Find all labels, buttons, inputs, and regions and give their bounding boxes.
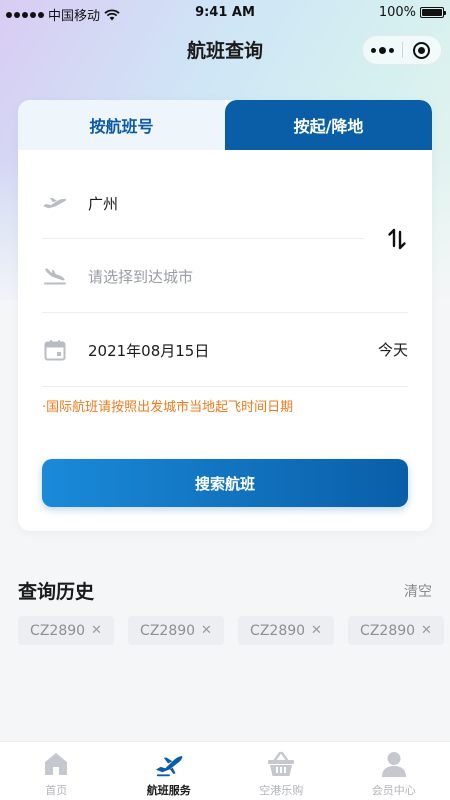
bottom-tab-bar: 首页 航班服务 空港乐购 会员中心 xyxy=(0,741,450,800)
history-list: CZ2890 ✕ CZ2890 ✕ CZ2890 ✕ CZ2890 ✕ xyxy=(18,616,444,645)
departure-city: 广州 xyxy=(88,194,119,213)
history-chip-label: CZ2890 xyxy=(140,622,196,639)
landing-icon xyxy=(42,265,68,287)
international-flight-notice: ·国际航班请按照出发城市当地起飞时间日期 xyxy=(42,400,294,415)
flight-search-card: 按航班号 按起/降地 广州 请选择到达城市 2021年08月15日 今天 ·国际… xyxy=(18,100,432,531)
basket-icon xyxy=(266,749,296,779)
date-tag-today: 今天 xyxy=(377,341,408,359)
divider xyxy=(42,238,364,239)
departure-city-row[interactable]: 广州 xyxy=(42,192,118,214)
status-right: 100% xyxy=(378,5,446,20)
remove-icon[interactable]: ✕ xyxy=(201,623,212,638)
close-target-icon xyxy=(413,41,431,59)
history-chip[interactable]: CZ2890 ✕ xyxy=(128,616,224,645)
search-mode-tabs: 按航班号 按起/降地 xyxy=(18,100,432,150)
tabbar-item-member-center[interactable]: 会员中心 xyxy=(338,742,450,800)
more-dot-icon xyxy=(370,47,376,53)
user-icon xyxy=(379,749,409,779)
search-flights-button[interactable]: 搜索航班 xyxy=(42,459,408,507)
calendar-icon xyxy=(42,339,68,361)
clear-history-button[interactable]: 清空 xyxy=(404,581,432,601)
remove-icon[interactable]: ✕ xyxy=(91,623,102,638)
history-chip[interactable]: CZ2890 ✕ xyxy=(238,616,334,645)
arrival-city-row[interactable]: 请选择到达城市 xyxy=(42,265,193,287)
history-chip-label: CZ2890 xyxy=(360,622,416,639)
tabbar-label: 首页 xyxy=(45,784,68,797)
divider xyxy=(42,312,408,313)
tabbar-item-home[interactable]: 首页 xyxy=(0,742,113,800)
tabbar-label: 空港乐购 xyxy=(259,784,304,797)
remove-icon[interactable]: ✕ xyxy=(421,623,432,638)
home-icon xyxy=(41,749,71,779)
close-button[interactable] xyxy=(402,41,441,59)
remove-icon[interactable]: ✕ xyxy=(311,623,322,638)
tabbar-item-airport-shop[interactable]: 空港乐购 xyxy=(225,742,338,800)
status-bar: 中国移动 9:41 AM 100% xyxy=(0,0,450,26)
tab-by-flight-number[interactable]: 按航班号 xyxy=(18,100,225,150)
more-dot-icon xyxy=(378,46,386,54)
history-chip[interactable]: CZ2890 ✕ xyxy=(18,616,114,645)
history-chip-label: CZ2890 xyxy=(250,622,306,639)
plane-icon xyxy=(154,749,184,779)
departure-date: 2021年08月15日 xyxy=(88,341,210,360)
more-dot-icon xyxy=(388,47,394,53)
divider xyxy=(42,386,408,387)
battery-icon xyxy=(420,7,446,18)
arrival-city-placeholder: 请选择到达城市 xyxy=(88,267,194,286)
swap-cities-button[interactable] xyxy=(382,224,412,254)
takeoff-icon xyxy=(42,192,68,214)
history-chip-label: CZ2890 xyxy=(30,622,86,639)
mini-program-capsule xyxy=(362,35,442,65)
tabbar-label: 航班服务 xyxy=(146,784,191,797)
date-row[interactable]: 2021年08月15日 xyxy=(42,339,209,361)
history-chip[interactable]: CZ2890 ✕ xyxy=(348,616,444,645)
battery-label: 100% xyxy=(378,5,416,20)
tabbar-item-flight-service[interactable]: 航班服务 xyxy=(113,742,226,800)
swap-icon xyxy=(388,228,406,250)
tab-by-city[interactable]: 按起/降地 xyxy=(225,100,432,150)
more-button[interactable] xyxy=(363,46,402,54)
history-title: 查询历史 xyxy=(18,581,95,603)
tabbar-label: 会员中心 xyxy=(371,784,416,797)
